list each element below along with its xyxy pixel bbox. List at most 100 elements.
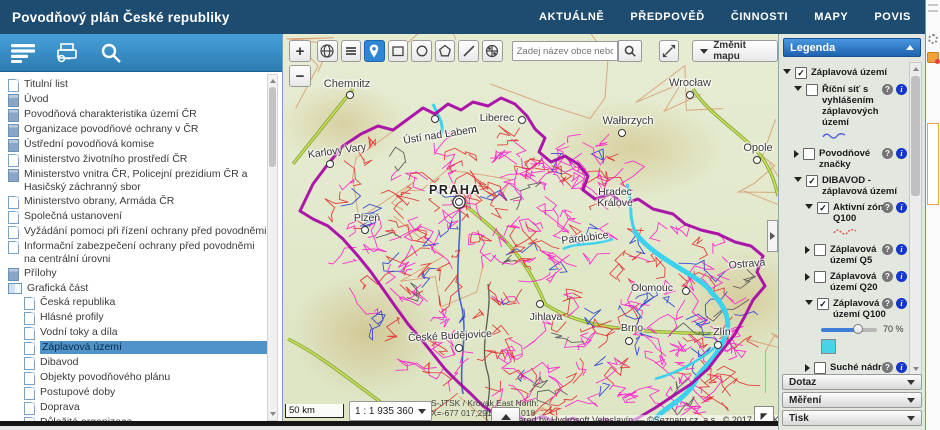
- legend-node[interactable]: ✓DIBAVOD - záplavová území: [781, 175, 909, 197]
- sidebar-item[interactable]: Informační zabezpečení ochrany před povo…: [4, 240, 268, 266]
- layers-list-button[interactable]: [341, 40, 362, 62]
- sidebar-item[interactable]: Záplavová území: [4, 341, 268, 355]
- map-search-button[interactable]: [618, 40, 642, 62]
- panel-collapse-handle[interactable]: [767, 220, 778, 252]
- point-select-button[interactable]: [364, 40, 385, 62]
- scrollbar-thumb[interactable]: [269, 87, 276, 167]
- print-icon[interactable]: [54, 40, 80, 66]
- expand-expander-icon[interactable]: [805, 246, 810, 254]
- sidebar-item[interactable]: Grafická část: [4, 282, 268, 295]
- polygon-select-button[interactable]: [435, 40, 456, 62]
- layer-checkbox[interactable]: ✓: [817, 298, 829, 310]
- layer-checkbox[interactable]: [803, 148, 815, 160]
- slider-thumb[interactable]: [853, 324, 863, 334]
- circle-select-button[interactable]: [411, 40, 432, 62]
- layer-checkbox[interactable]: ✓: [806, 175, 818, 187]
- help-icon[interactable]: ?: [882, 202, 893, 213]
- sidebar-item[interactable]: Dibavod: [4, 356, 268, 370]
- collapse-expander-icon[interactable]: [805, 204, 813, 209]
- info-icon[interactable]: i: [896, 202, 907, 213]
- help-icon[interactable]: ?: [882, 271, 893, 282]
- help-icon[interactable]: ?: [882, 298, 893, 309]
- legend-node[interactable]: Povodňové značky?i: [781, 148, 909, 170]
- info-icon[interactable]: i: [896, 148, 907, 159]
- legend-header[interactable]: Legenda: [783, 38, 921, 57]
- layer-checkbox[interactable]: [814, 244, 826, 256]
- scroll-down-icon[interactable]: [270, 412, 276, 416]
- collapse-expander-icon[interactable]: [783, 69, 791, 74]
- zoom-in-button[interactable]: +: [289, 40, 311, 62]
- sidebar-item[interactable]: Přílohy: [4, 267, 268, 281]
- sidebar-item[interactable]: Ministerstvo obrany, Armáda ČR: [4, 195, 268, 209]
- legend-node[interactable]: Záplavová území Q20?i: [781, 271, 909, 293]
- scale-select[interactable]: 1 : 1 935 360: [349, 401, 432, 421]
- nav-item[interactable]: PŘEDPOVĚĎ: [630, 11, 704, 23]
- expand-expander-icon[interactable]: [805, 273, 810, 281]
- sidebar-item[interactable]: Doprava: [4, 401, 268, 415]
- scroll-up-icon[interactable]: [913, 67, 919, 71]
- zoom-out-button[interactable]: −: [289, 65, 311, 87]
- sidebar-item[interactable]: Postupové doby: [4, 386, 268, 400]
- sidebar-item[interactable]: Ministerstvo životního prostředí ČR: [4, 153, 268, 167]
- layer-checkbox[interactable]: [814, 271, 826, 283]
- search-icon[interactable]: [98, 40, 124, 66]
- collapse-expander-icon[interactable]: [794, 177, 802, 182]
- layer-checkbox[interactable]: [806, 84, 818, 96]
- scroll-down-icon[interactable]: [913, 367, 919, 371]
- panel-dotaz[interactable]: Dotaz: [782, 374, 922, 390]
- info-icon[interactable]: i: [896, 298, 907, 309]
- legend-node[interactable]: ✓Aktivní zóny Q100?i: [781, 202, 909, 224]
- panel-měření[interactable]: Měření: [782, 392, 922, 408]
- line-select-button[interactable]: [458, 40, 479, 62]
- fullscreen-button[interactable]: [659, 40, 680, 62]
- help-icon[interactable]: ?: [882, 148, 893, 159]
- info-icon[interactable]: i: [896, 244, 907, 255]
- panel-tisk[interactable]: Tisk: [782, 410, 922, 426]
- sidebar-item[interactable]: Hlásné profily: [4, 311, 268, 325]
- sidebar-scrollbar[interactable]: [267, 74, 278, 421]
- folder-alert-icon[interactable]: [927, 52, 939, 63]
- menu-icon[interactable]: [10, 40, 36, 66]
- sidebar-item[interactable]: Organizace povodňové ochrany v ČR: [4, 123, 268, 137]
- change-map-button[interactable]: Změnit mapu: [692, 40, 778, 62]
- expand-expander-icon[interactable]: [805, 364, 810, 372]
- help-icon[interactable]: ?: [882, 84, 893, 95]
- layer-checkbox[interactable]: ✓: [795, 67, 807, 79]
- legend-scrollbar[interactable]: [909, 62, 922, 376]
- nav-item[interactable]: ČINNOSTI: [731, 11, 788, 23]
- map-canvas[interactable]: ChemnitzWrocławWałbrzychOpoleLiberecÚstí…: [283, 34, 778, 430]
- sidebar-item[interactable]: Povodňová charakteristika území ČR: [4, 108, 268, 122]
- info-icon[interactable]: i: [896, 271, 907, 282]
- slider-track[interactable]: [821, 328, 877, 332]
- nav-item[interactable]: AKTUÁLNĚ: [539, 11, 604, 23]
- legend-node[interactable]: Říční síť s vyhlášením záplavových území…: [781, 84, 909, 128]
- gear-icon[interactable]: [928, 34, 938, 44]
- collapse-expander-icon[interactable]: [794, 86, 802, 91]
- legend-node[interactable]: Záplavová území Q5?i: [781, 244, 909, 266]
- legend-node[interactable]: ✓Záplavová území: [781, 67, 909, 79]
- nav-item[interactable]: MAPY: [814, 11, 848, 23]
- info-icon[interactable]: i: [896, 84, 907, 95]
- scrollbar-thumb[interactable]: [911, 76, 920, 196]
- sidebar-item[interactable]: Úvod: [4, 93, 268, 107]
- scroll-up-icon[interactable]: [270, 79, 276, 83]
- sidebar-item[interactable]: Ústřední povodňová komise: [4, 138, 268, 152]
- legend-node[interactable]: ✓Záplavová území Q100?i: [781, 298, 909, 320]
- expand-expander-icon[interactable]: [794, 150, 799, 158]
- opacity-slider[interactable]: 70 %: [781, 324, 909, 335]
- sidebar-item[interactable]: Vyžádání pomoci při řízení ochrany před …: [4, 225, 268, 239]
- sidebar-item[interactable]: Titulní list: [4, 78, 268, 92]
- sidebar-item[interactable]: Vodní toky a díla: [4, 326, 268, 340]
- sidebar-item[interactable]: Česká republika: [4, 296, 268, 310]
- rectangle-select-button[interactable]: [388, 40, 409, 62]
- overview-globe-button[interactable]: [317, 40, 338, 62]
- help-icon[interactable]: ?: [882, 244, 893, 255]
- collapse-expander-icon[interactable]: [805, 300, 813, 305]
- sidebar-item[interactable]: Společná ustanovení: [4, 210, 268, 224]
- nav-item[interactable]: POVIS: [874, 11, 911, 23]
- map-search-input[interactable]: [512, 41, 618, 61]
- sidebar-item[interactable]: Objekty povodňového plánu: [4, 371, 268, 385]
- sidebar-item[interactable]: Ministerstvo vnitra ČR, Policejní prezid…: [4, 168, 268, 194]
- coordinates-globe-button[interactable]: [482, 40, 503, 62]
- layer-checkbox[interactable]: ✓: [817, 202, 829, 214]
